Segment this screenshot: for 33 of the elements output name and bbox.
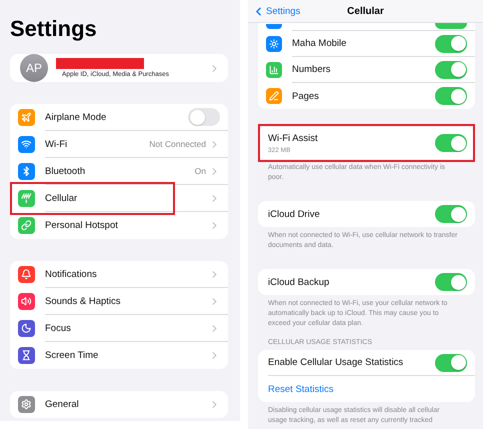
row-label[interactable]: Cellular [45, 192, 209, 204]
back-button[interactable]: Settings [252, 4, 300, 18]
row-label[interactable]: Focus [45, 322, 209, 334]
row-value: On [194, 166, 206, 176]
toggle-switch[interactable] [435, 134, 467, 152]
row-label: iCloud Drive [268, 208, 321, 220]
toggle-switch[interactable] [435, 354, 467, 372]
row-label: iCloud Backup [268, 276, 330, 288]
nav-title: Cellular [347, 6, 384, 16]
row-label[interactable]: Sounds & Haptics [45, 296, 209, 306]
page-title: Settings [10, 16, 98, 42]
row-label[interactable]: General [45, 399, 209, 410]
row-label[interactable]: Personal Hotspot [45, 220, 209, 231]
row-label[interactable]: Notifications [45, 268, 209, 280]
app-name: Maha Mobile [292, 38, 348, 49]
toggle-switch[interactable] [435, 60, 467, 78]
row-label[interactable]: Airplane Mode [45, 112, 188, 122]
toggle-switch[interactable] [435, 273, 467, 291]
toggle-switch[interactable] [188, 108, 220, 126]
avatar: AP [20, 54, 48, 82]
row-label[interactable]: Screen Time [45, 350, 209, 361]
row-label[interactable]: Bluetooth [45, 166, 195, 176]
toggle-switch[interactable] [435, 205, 467, 223]
row-value: Not Connected [149, 139, 206, 149]
app-name: Pages [292, 90, 320, 102]
row-label: Enable Cellular Usage Statistics [268, 357, 404, 368]
toggle-switch[interactable] [435, 87, 467, 105]
toggle-switch[interactable] [435, 23, 467, 29]
app-name: Numbers [292, 64, 332, 75]
reset-link[interactable]: Reset Statistics [268, 384, 334, 394]
toggle-switch[interactable] [435, 34, 467, 52]
row-label[interactable]: Wi-Fi [45, 138, 150, 150]
row-label: Wi-Fi Assist [268, 132, 319, 144]
